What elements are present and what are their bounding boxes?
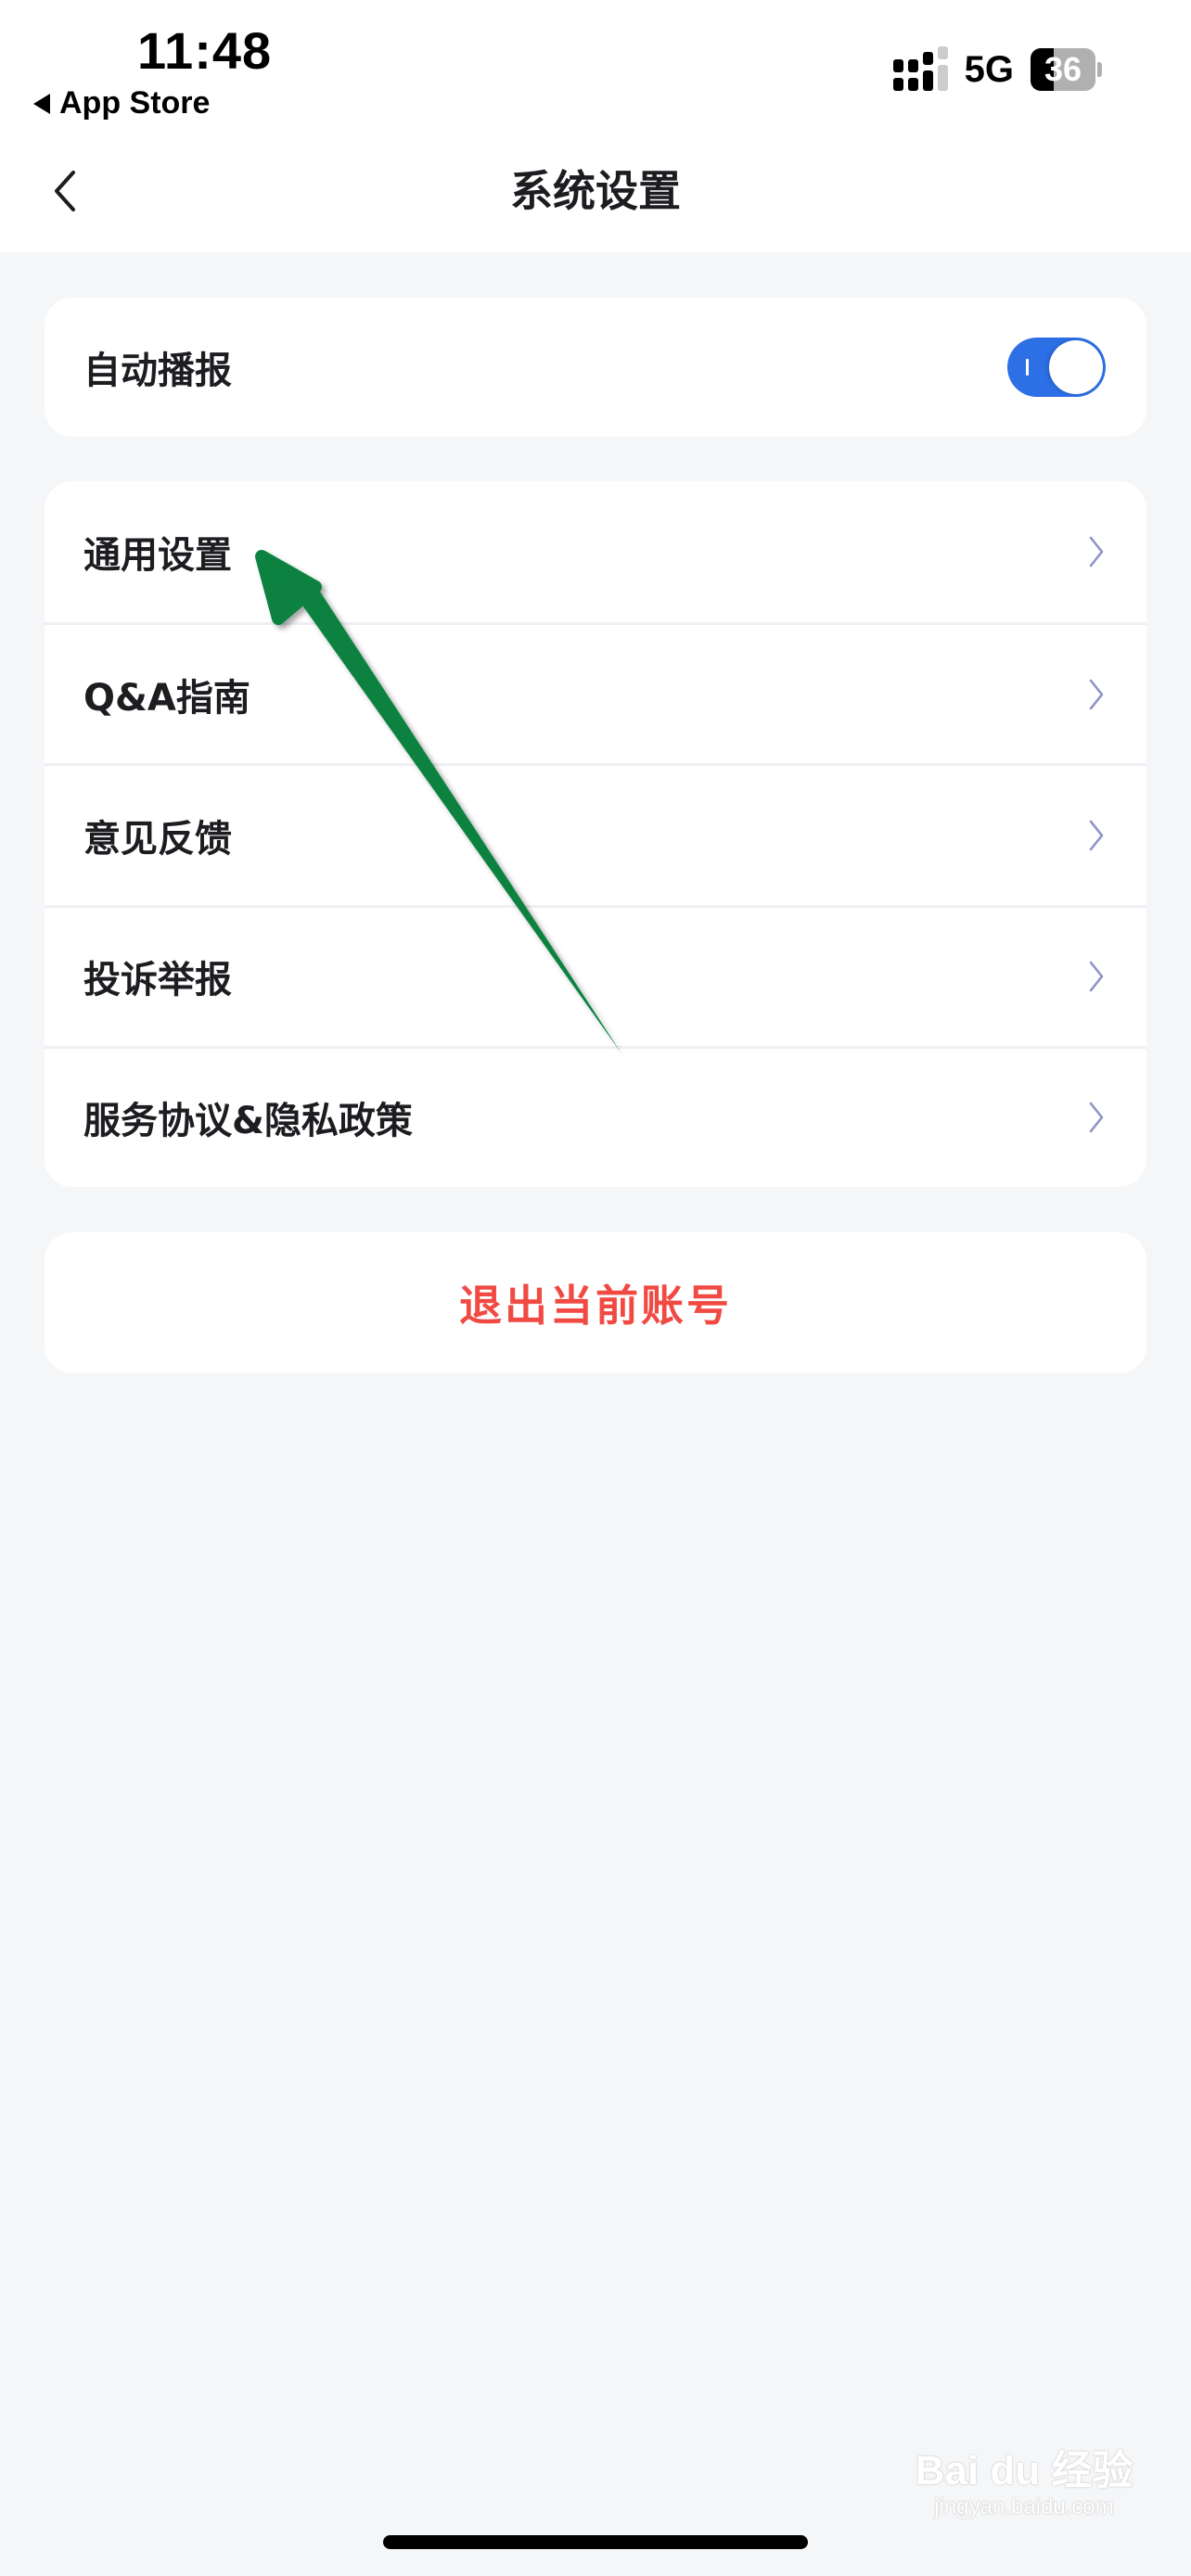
- menu-item-label: Q&A指南: [83, 676, 250, 720]
- cellular-signal-icon: [892, 46, 948, 91]
- chevron-right-icon: [1089, 1103, 1104, 1133]
- toggle-knob[interactable]: [1049, 340, 1103, 394]
- chevron-right-icon: [1089, 536, 1104, 567]
- watermark-url: jingyan.baidu.com: [934, 2494, 1114, 2519]
- menu-item-label: 意见反馈: [83, 817, 232, 861]
- return-app-label: App Store: [59, 85, 211, 121]
- return-to-app-link[interactable]: App Store: [33, 85, 210, 121]
- battery-cap: [1097, 62, 1102, 77]
- menu-item-qa-guide[interactable]: Q&A指南: [45, 622, 1146, 763]
- status-indicators: 5G 36: [892, 46, 1102, 91]
- settings-menu: 通用设置 Q&A指南 意见反馈 投诉举报 服务协议&隐私政策: [45, 481, 1146, 1187]
- menu-item-label: 投诉举报: [83, 959, 232, 1002]
- menu-item-general-settings[interactable]: 通用设置: [45, 481, 1146, 622]
- chevron-right-icon: [1089, 820, 1104, 851]
- logout-card: 退出当前账号: [45, 1232, 1146, 1373]
- watermark-brand: Bai du 经验: [915, 2448, 1133, 2493]
- chevron-right-icon: [1089, 961, 1104, 992]
- toggle-on-indicator: [1026, 359, 1029, 376]
- menu-item-label: 服务协议&隐私政策: [83, 1100, 413, 1143]
- home-indicator[interactable]: [383, 2535, 808, 2549]
- auto-broadcast-label: 自动播报: [83, 350, 232, 392]
- menu-item-feedback[interactable]: 意见反馈: [45, 763, 1146, 904]
- battery-percent: 36: [1044, 50, 1082, 88]
- page-title: 系统设置: [510, 166, 681, 216]
- battery-icon: 36: [1031, 48, 1095, 91]
- back-triangle-icon: [33, 93, 50, 114]
- logout-button[interactable]: 退出当前账号: [45, 1232, 1146, 1373]
- chevron-right-icon: [1089, 679, 1104, 710]
- menu-item-report[interactable]: 投诉举报: [45, 904, 1146, 1046]
- status-time: 11:48: [137, 21, 273, 80]
- menu-item-terms-privacy[interactable]: 服务协议&隐私政策: [45, 1045, 1146, 1187]
- auto-broadcast-toggle[interactable]: [1007, 338, 1106, 397]
- auto-broadcast-card: 自动播报: [45, 298, 1146, 437]
- network-type: 5G: [964, 48, 1014, 90]
- menu-item-label: 通用设置: [83, 534, 232, 578]
- baidu-watermark: Bai du 经验 jingyan.baidu.com: [913, 2448, 1135, 2520]
- auto-broadcast-row: 自动播报: [45, 298, 1146, 437]
